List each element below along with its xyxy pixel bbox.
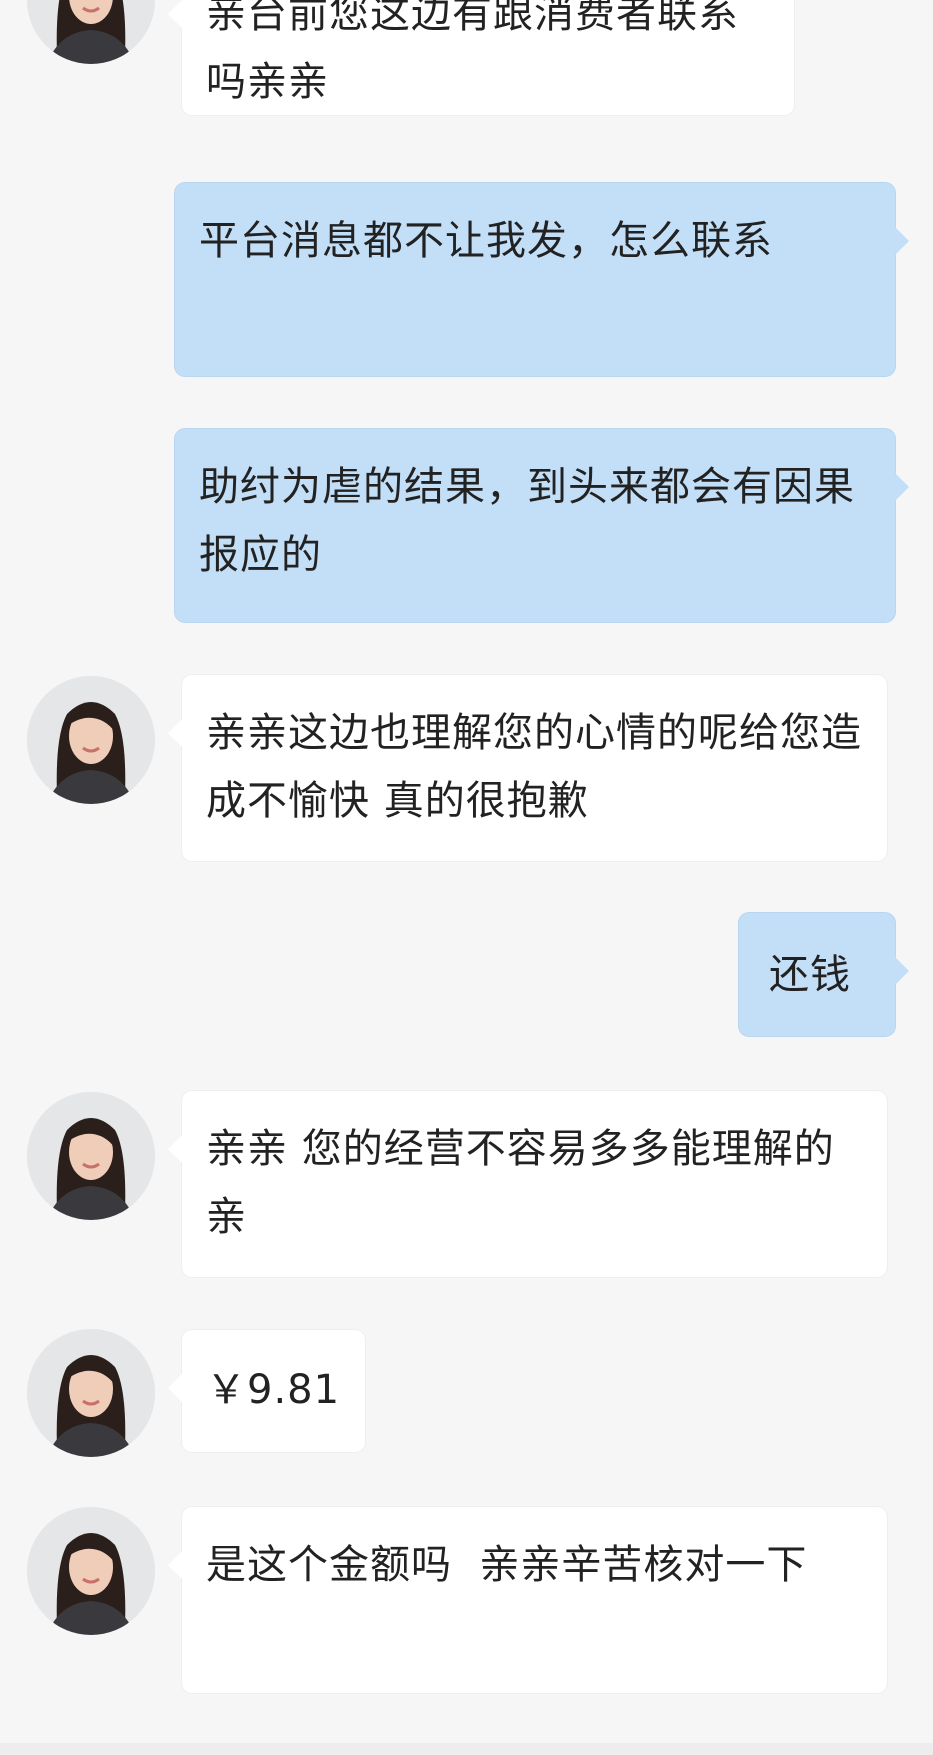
message-bubble[interactable]: 亲台前您这边有跟消费者联系吗亲亲 [168, 0, 794, 115]
chat-message-list[interactable]: 亲台前您这边有跟消费者联系吗亲亲 平台消息都不让我发，怎么联系 助纣为虐的结果，… [0, 0, 933, 1755]
message-text: 亲台前您这边有跟消费者联系吗亲亲 [206, 0, 739, 105]
message-text: 平台消息都不让我发，怎么联系 [199, 218, 773, 264]
message-text: 助纣为虐的结果，到头来都会有因果报应的 [199, 464, 855, 578]
message-text: 亲亲这边也理解您的心情的呢给您造成不愉快 真的很抱歉 [206, 710, 862, 824]
message-bubble[interactable]: 助纣为虐的结果，到头来都会有因果报应的 [175, 429, 909, 622]
bottom-divider [0, 1743, 933, 1755]
message-bubble[interactable]: 还钱 [739, 913, 909, 1036]
agent-avatar-icon[interactable] [27, 1507, 155, 1635]
message-text: 亲亲 您的经营不容易多多能理解的亲 [206, 1126, 835, 1240]
message-bubble[interactable]: 是这个金额吗 亲亲辛苦核对一下 [168, 1507, 887, 1693]
message-bubble[interactable]: 亲亲 您的经营不容易多多能理解的亲 [168, 1091, 887, 1277]
message-text: ￥9.81 [206, 1367, 341, 1413]
agent-avatar-icon[interactable] [27, 676, 155, 804]
agent-avatar-icon[interactable] [27, 1329, 155, 1457]
agent-avatar-icon[interactable] [27, 1092, 155, 1220]
message-bubble[interactable]: 平台消息都不让我发，怎么联系 [175, 183, 909, 376]
message-text: 是这个金额吗 亲亲辛苦核对一下 [206, 1542, 808, 1588]
message-text: 还钱 [769, 952, 851, 998]
message-bubble[interactable]: ￥9.81 [168, 1330, 365, 1452]
message-bubble[interactable]: 亲亲这边也理解您的心情的呢给您造成不愉快 真的很抱歉 [168, 675, 887, 861]
agent-avatar-icon[interactable] [27, 0, 155, 64]
